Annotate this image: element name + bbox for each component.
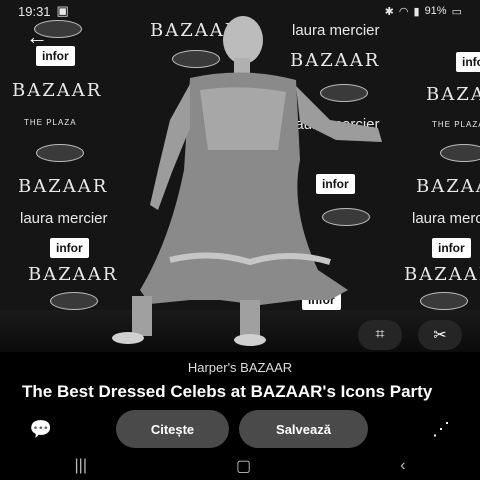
image-notification-icon: ▣ <box>56 3 69 18</box>
scissors-icon[interactable]: ✂ <box>418 320 462 350</box>
wifi-icon: ◠ <box>398 5 409 18</box>
system-nav-bar: ||| ▢ ‹ <box>0 452 480 480</box>
article-title[interactable]: The Best Dressed Celebs at BAZAAR's Icon… <box>22 381 462 405</box>
status-time: 19:31 <box>18 3 51 19</box>
action-bar: 💬 Citește Salvează ⋰ <box>0 410 480 448</box>
home-icon[interactable]: ▢ <box>236 456 251 476</box>
signal-icon: ▮ <box>413 5 420 18</box>
save-button[interactable]: Salvează <box>239 410 368 448</box>
lens-scan-icon[interactable]: ⌗ <box>358 320 402 350</box>
share-icon[interactable]: ⋰ <box>430 418 452 440</box>
article-photo[interactable]: BAZAAR laura mercier BAZAAR infor infor … <box>0 0 480 352</box>
chat-icon[interactable]: 💬 <box>30 418 52 440</box>
bluetooth-icon: ✱ <box>384 5 394 18</box>
status-bar: 19:31 ▣ ✱ ◠ ▮ 91% ▭ <box>0 0 480 22</box>
back-icon[interactable]: ‹ <box>400 457 405 475</box>
article-source[interactable]: Harper's BAZAAR <box>0 360 480 375</box>
back-arrow-icon[interactable]: ← <box>26 24 48 50</box>
recent-apps-icon[interactable]: ||| <box>75 457 87 475</box>
battery-icon: ▭ <box>451 5 462 18</box>
read-button[interactable]: Citește <box>116 410 229 448</box>
celebrity-figure <box>112 16 382 346</box>
battery-percentage: 91% <box>424 5 447 17</box>
